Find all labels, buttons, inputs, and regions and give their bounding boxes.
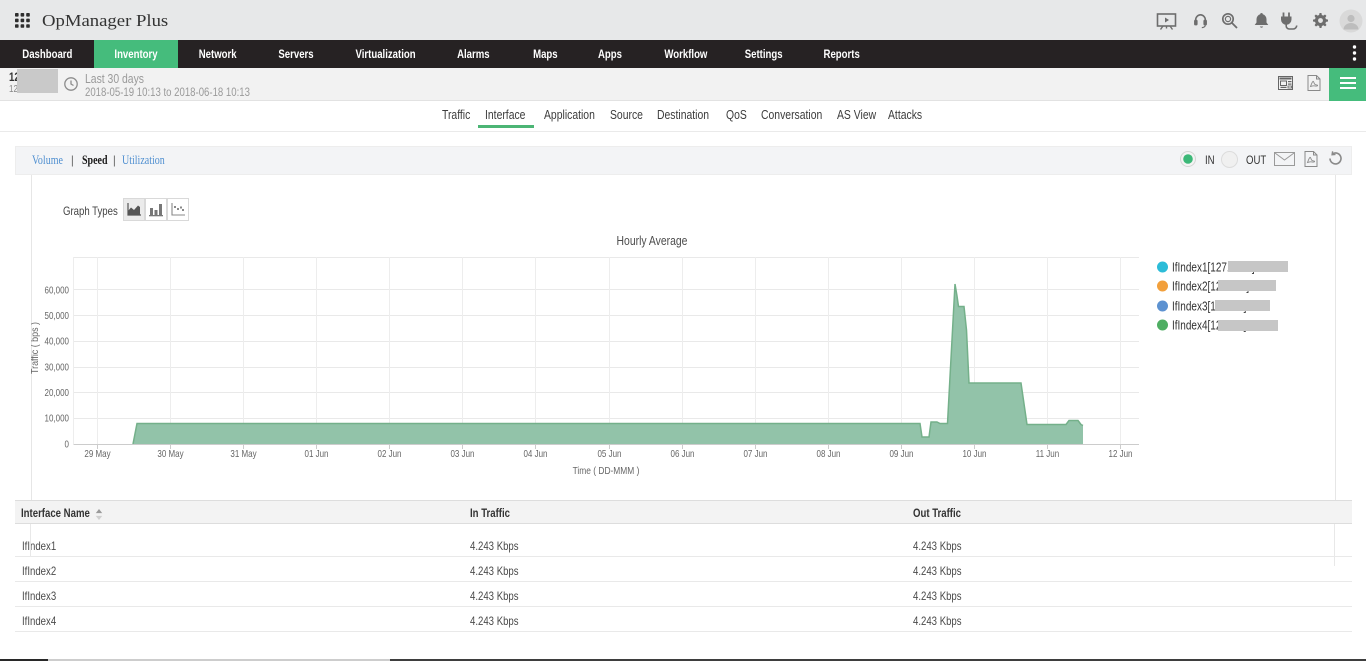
svg-text:30,000: 30,000	[45, 362, 69, 373]
svg-text:50,000: 50,000	[45, 310, 69, 321]
svg-text:Traffic ( bps ): Traffic ( bps )	[31, 322, 41, 374]
svg-text:Time ( DD-MMM ): Time ( DD-MMM )	[573, 465, 640, 477]
svg-text:04 Jun: 04 Jun	[523, 448, 547, 459]
svg-text:03 Jun: 03 Jun	[451, 448, 475, 459]
svg-text:10 Jun: 10 Jun	[963, 448, 987, 459]
svg-text:31 May: 31 May	[230, 448, 257, 459]
svg-text:40,000: 40,000	[45, 336, 69, 347]
svg-text:29 May: 29 May	[84, 448, 111, 459]
svg-text:11 Jun: 11 Jun	[1036, 448, 1059, 459]
svg-text:08 Jun: 08 Jun	[817, 448, 841, 459]
svg-text:Hourly Average: Hourly Average	[617, 234, 688, 248]
svg-text:30 May: 30 May	[157, 448, 184, 459]
svg-text:12 Jun: 12 Jun	[1109, 448, 1133, 459]
svg-text:10,000: 10,000	[45, 413, 69, 424]
svg-text:07 Jun: 07 Jun	[743, 448, 767, 459]
svg-text:60,000: 60,000	[45, 285, 69, 296]
svg-text:09 Jun: 09 Jun	[889, 448, 913, 459]
svg-text:06 Jun: 06 Jun	[671, 448, 695, 459]
svg-text:01 Jun: 01 Jun	[305, 448, 329, 459]
svg-text:20,000: 20,000	[45, 387, 69, 398]
svg-text:02 Jun: 02 Jun	[377, 448, 401, 459]
svg-text:0: 0	[65, 439, 69, 450]
svg-text:05 Jun: 05 Jun	[597, 448, 621, 459]
